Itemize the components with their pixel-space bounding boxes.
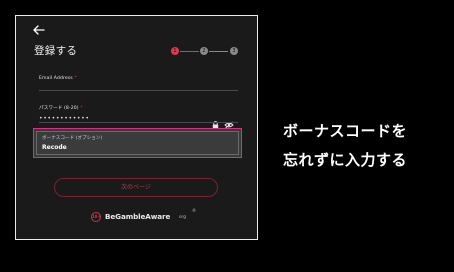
password-field-underline	[39, 122, 238, 123]
registered-mark: ®	[192, 208, 196, 213]
lock-icon	[212, 114, 219, 129]
caption-line-2: 忘れずに入力する	[283, 151, 408, 169]
caption-line-1: ボーナスコードを	[283, 122, 408, 140]
logo-suffix: org	[179, 214, 186, 219]
instruction-caption: ボーナスコードを 忘れずに入力する	[283, 117, 443, 175]
page: 登録する 1 2 3 Email Address * パスワード (8-20) …	[0, 0, 454, 272]
step-connector-2	[209, 50, 228, 52]
password-label: パスワード (8-20) *	[39, 105, 83, 111]
back-arrow-icon[interactable]	[33, 25, 45, 35]
step-1-indicator: 1	[171, 47, 179, 55]
bonus-code-value: Recode	[42, 144, 67, 151]
progress-stepper: 1 2 3	[171, 47, 241, 55]
bonus-code-label: ボーナスコード (オプション)	[42, 136, 103, 141]
password-label-text: パスワード (8-20)	[39, 106, 79, 111]
logo-text: BeGambleAware	[105, 212, 171, 221]
step-3-indicator: 3	[230, 47, 238, 55]
step-2-indicator: 2	[200, 47, 208, 55]
email-field-underline	[39, 90, 238, 91]
bonus-code-highlight: ボーナスコード (オプション) Recode	[33, 128, 242, 158]
page-title: 登録する	[34, 45, 78, 57]
required-marker: *	[80, 106, 83, 111]
bonus-code-field[interactable]: ボーナスコード (オプション) Recode	[36, 131, 239, 155]
registration-form-panel: 登録する 1 2 3 Email Address * パスワード (8-20) …	[15, 15, 258, 240]
password-field[interactable]: ••••••••••••	[39, 115, 90, 122]
next-page-button[interactable]: 次のページ	[54, 178, 218, 197]
step-connector-1	[180, 50, 199, 52]
eye-slash-icon[interactable]	[224, 114, 234, 129]
age-restriction-icon: 18+	[91, 212, 101, 222]
